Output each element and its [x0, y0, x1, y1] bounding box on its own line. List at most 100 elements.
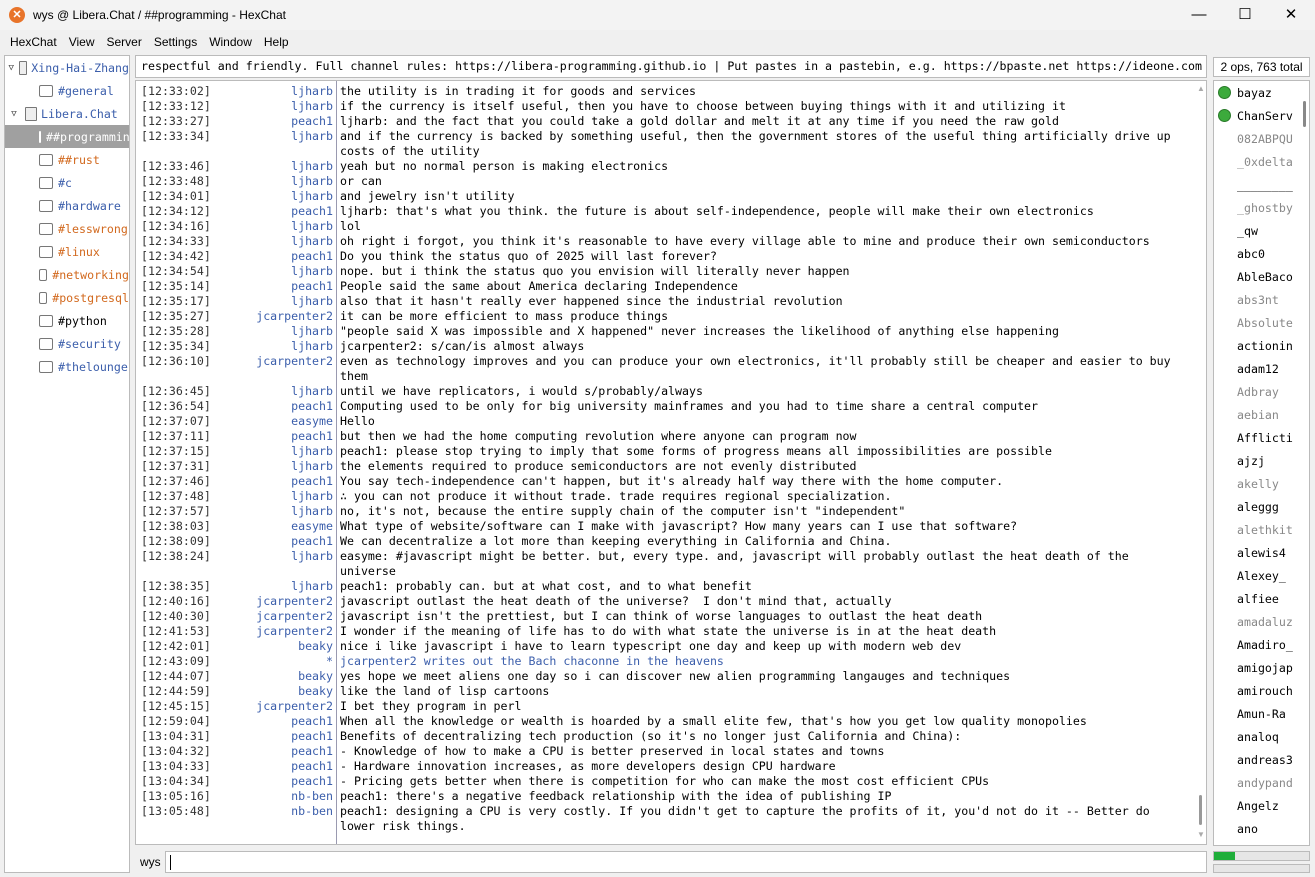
nick[interactable]: jcarpenter2 — [206, 594, 334, 609]
nick[interactable]: ljharb — [206, 99, 334, 114]
nick[interactable]: beaky — [206, 639, 334, 654]
user-item[interactable]: Afflicti — [1214, 426, 1300, 449]
nick[interactable]: ljharb — [206, 324, 334, 339]
user-item[interactable]: bayaz — [1214, 81, 1300, 104]
maximize-button[interactable]: ☐ — [1222, 0, 1268, 30]
expand-triangle-icon[interactable]: ▽ — [7, 109, 21, 119]
nick[interactable]: ljharb — [206, 219, 334, 234]
nick[interactable]: jcarpenter2 — [206, 609, 334, 624]
user-item[interactable]: alethkit — [1214, 518, 1300, 541]
nick[interactable]: ljharb — [206, 84, 334, 99]
user-item[interactable]: abs3nt — [1214, 288, 1300, 311]
user-item[interactable]: andreas3 — [1214, 748, 1300, 771]
nick[interactable]: ljharb — [206, 444, 334, 459]
user-item[interactable]: amigojap — [1214, 656, 1300, 679]
server-item[interactable]: ▽ Libera.Chat — [5, 102, 129, 125]
user-item[interactable]: ano — [1214, 817, 1300, 840]
nick[interactable]: ljharb — [206, 294, 334, 309]
nick[interactable]: peach1 — [206, 744, 334, 759]
user-item[interactable]: abc0 — [1214, 242, 1300, 265]
nick[interactable]: ljharb — [206, 234, 334, 249]
nick[interactable]: jcarpenter2 — [206, 699, 334, 714]
nick[interactable]: nb-ben — [206, 804, 334, 834]
user-item[interactable]: Absolute — [1214, 311, 1300, 334]
nick[interactable]: peach1 — [206, 474, 334, 489]
nick[interactable]: ljharb — [206, 159, 334, 174]
user-item[interactable]: ChanServ — [1214, 104, 1300, 127]
user-item[interactable]: Amun-Ra — [1214, 702, 1300, 725]
user-item[interactable]: ________ — [1214, 173, 1300, 196]
nick[interactable]: nb-ben — [206, 789, 334, 804]
nick[interactable]: ljharb — [206, 459, 334, 474]
nick[interactable]: ljharb — [206, 339, 334, 354]
nick[interactable]: ljharb — [206, 489, 334, 504]
nick[interactable]: ljharb — [206, 264, 334, 279]
nick[interactable]: easyme — [206, 414, 334, 429]
channel-item[interactable]: #security — [5, 332, 129, 355]
user-item[interactable]: amadaluz — [1214, 610, 1300, 633]
chat-scrollbar[interactable]: ▲ ▼ — [1195, 80, 1205, 845]
channel-item[interactable]: #networking — [5, 263, 129, 286]
nick[interactable]: ljharb — [206, 129, 334, 159]
nick[interactable]: peach1 — [206, 774, 334, 789]
close-button[interactable]: ✕ — [1268, 0, 1314, 30]
nick[interactable]: ljharb — [206, 549, 334, 579]
nick[interactable]: peach1 — [206, 759, 334, 774]
nick[interactable]: jcarpenter2 — [206, 624, 334, 639]
nick[interactable]: peach1 — [206, 729, 334, 744]
menu-window[interactable]: Window — [203, 35, 258, 49]
channel-item[interactable]: ##rust — [5, 148, 129, 171]
nick[interactable]: jcarpenter2 — [206, 354, 334, 384]
user-item[interactable]: akelly — [1214, 472, 1300, 495]
nick[interactable]: ljharb — [206, 504, 334, 519]
nick[interactable]: peach1 — [206, 114, 334, 129]
message-input[interactable] — [165, 851, 1207, 873]
user-item[interactable]: Adbray — [1214, 380, 1300, 403]
channel-item[interactable]: #linux — [5, 240, 129, 263]
user-item[interactable]: 082ABPQU — [1214, 127, 1300, 150]
user-item[interactable]: amirouch — [1214, 679, 1300, 702]
user-item[interactable]: analoq — [1214, 725, 1300, 748]
menu-view[interactable]: View — [63, 35, 101, 49]
user-item[interactable]: andypand — [1214, 771, 1300, 794]
channel-item[interactable]: ##programming — [5, 125, 129, 148]
channel-topic[interactable]: respectful and friendly. Full channel ru… — [135, 55, 1207, 78]
menu-server[interactable]: Server — [100, 35, 147, 49]
user-item[interactable]: aleggg — [1214, 495, 1300, 518]
server-item[interactable]: ▽ Xing-Hai-Zhang — [5, 56, 129, 79]
nick[interactable]: beaky — [206, 684, 334, 699]
nick[interactable]: peach1 — [206, 429, 334, 444]
nick[interactable]: beaky — [206, 669, 334, 684]
user-item[interactable]: AbleBaco — [1214, 265, 1300, 288]
user-item[interactable]: _0xdelta — [1214, 150, 1300, 173]
nick[interactable]: ljharb — [206, 189, 334, 204]
nick[interactable]: peach1 — [206, 714, 334, 729]
user-item[interactable]: _ghostby — [1214, 196, 1300, 219]
channel-item[interactable]: #lesswrong — [5, 217, 129, 240]
user-item[interactable]: Amadiro_ — [1214, 633, 1300, 656]
nick[interactable]: jcarpenter2 — [206, 309, 334, 324]
userlist-scrollbar[interactable] — [1301, 85, 1307, 145]
nick[interactable]: peach1 — [206, 204, 334, 219]
channel-item[interactable]: #python — [5, 309, 129, 332]
user-item[interactable]: Alexey_ — [1214, 564, 1300, 587]
channel-item[interactable]: #thelounge — [5, 355, 129, 378]
nick[interactable]: easyme — [206, 519, 334, 534]
nick[interactable]: peach1 — [206, 279, 334, 294]
user-item[interactable]: adam12 — [1214, 357, 1300, 380]
channel-item[interactable]: #hardware — [5, 194, 129, 217]
user-item[interactable]: _qw — [1214, 219, 1300, 242]
nick[interactable]: peach1 — [206, 399, 334, 414]
channel-item[interactable]: #general — [5, 79, 129, 102]
nick[interactable]: peach1 — [206, 249, 334, 264]
nick[interactable]: ljharb — [206, 174, 334, 189]
menu-hexchat[interactable]: HexChat — [4, 35, 63, 49]
user-item[interactable]: ajzj — [1214, 449, 1300, 472]
expand-triangle-icon[interactable]: ▽ — [7, 63, 15, 73]
nick[interactable]: peach1 — [206, 534, 334, 549]
menu-settings[interactable]: Settings — [148, 35, 203, 49]
minimize-button[interactable]: — — [1176, 0, 1222, 30]
channel-item[interactable]: #postgresql — [5, 286, 129, 309]
nick[interactable]: ljharb — [206, 579, 334, 594]
channel-item[interactable]: #c — [5, 171, 129, 194]
